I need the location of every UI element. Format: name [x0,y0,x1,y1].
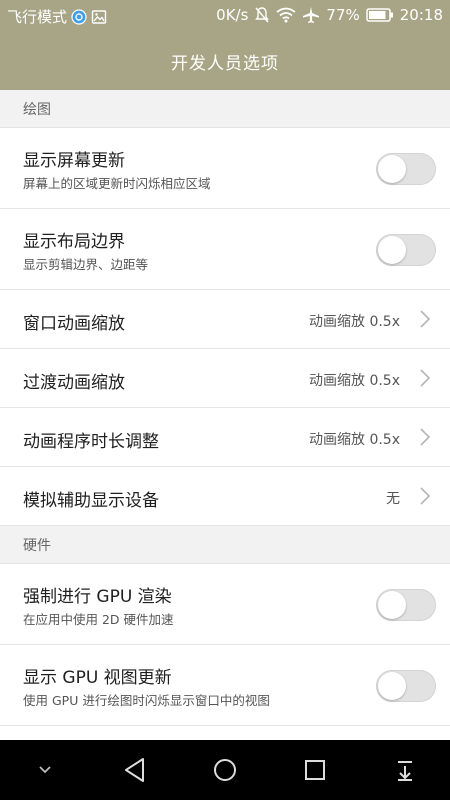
home-button[interactable] [195,740,255,800]
setting-value: 无 [386,491,400,507]
airplane-icon [302,6,320,24]
network-speed: 0K/s [216,6,249,24]
toggle-switch[interactable] [376,234,436,266]
chevron-right-icon [420,487,431,505]
battery-icon [366,6,394,24]
setting-show-layout-bounds[interactable]: 显示布局边界 显示剪辑边界、边距等 [0,209,450,290]
setting-title: 过渡动画缩放 [23,373,125,393]
chevron-right-icon [420,428,431,446]
pull-down-icon [398,761,412,781]
setting-transition-animation-scale[interactable]: 过渡动画缩放 动画缩放 0.5x [0,349,450,408]
toggle-switch[interactable] [376,589,436,621]
setting-title: 强制进行 GPU 渲染 [23,587,172,607]
setting-show-gpu-view-updates[interactable]: 显示 GPU 视图更新 使用 GPU 进行绘图时闪烁显示窗口中的视图 [0,645,450,726]
airplane-mode-label: 飞行模式 [7,8,68,26]
setting-title: 动画程序时长调整 [23,432,159,452]
hide-nav-button[interactable] [15,740,75,800]
chevron-right-icon [420,369,431,387]
setting-title: 显示屏幕更新 [23,151,125,171]
chevron-right-icon [420,310,431,328]
setting-value: 动画缩放 0.5x [309,373,400,389]
recents-button[interactable] [285,740,345,800]
app-header: 开发人员选项 [0,32,450,90]
setting-subtitle: 显示剪辑边界、边距等 [23,257,149,272]
setting-title: 显示 GPU 视图更新 [23,668,172,688]
page-title: 开发人员选项 [171,53,279,74]
back-button[interactable] [105,740,165,800]
notification-pull-button[interactable] [375,740,435,800]
navigation-bar [0,740,450,800]
settings-list[interactable]: 绘图 显示屏幕更新 屏幕上的区域更新时闪烁相应区域 显示布局边界 显示剪辑边界、… [0,90,450,740]
setting-force-gpu-rendering[interactable]: 强制进行 GPU 渲染 在应用中使用 2D 硬件加速 [0,564,450,645]
setting-value: 动画缩放 0.5x [309,314,400,330]
section-title: 绘图 [23,101,51,118]
setting-subtitle: 使用 GPU 进行绘图时闪烁显示窗口中的视图 [23,693,270,708]
status-left: 飞行模式 [7,6,107,27]
home-circle-icon [214,759,236,781]
setting-show-surface-updates[interactable]: 显示屏幕更新 屏幕上的区域更新时闪烁相应区域 [0,128,450,209]
setting-animator-duration-scale[interactable]: 动画程序时长调整 动画缩放 0.5x [0,408,450,467]
setting-window-animation-scale[interactable]: 窗口动画缩放 动画缩放 0.5x [0,290,450,349]
setting-simulate-secondary-display[interactable]: 模拟辅助显示设备 无 [0,467,450,526]
app-notification-icon [71,8,87,26]
setting-title: 模拟辅助显示设备 [23,491,159,511]
setting-value: 动画缩放 0.5x [309,432,400,448]
recents-square-icon [305,760,325,780]
toggle-knob [378,672,406,700]
chevron-down-icon [39,766,51,774]
battery-percent: 77% [326,6,360,24]
mute-icon [254,6,270,24]
back-triangle-icon [125,758,144,782]
setting-subtitle: 在应用中使用 2D 硬件加速 [23,612,174,627]
toggle-switch[interactable] [376,153,436,185]
toggle-knob [378,591,406,619]
setting-title: 窗口动画缩放 [23,314,125,334]
section-header-hardware: 硬件 [0,526,450,564]
setting-subtitle: 屏幕上的区域更新时闪烁相应区域 [23,176,211,191]
toggle-knob [378,155,406,183]
clock: 20:18 [399,6,443,24]
status-bar: 飞行模式 0K/s 77% 20:18 [0,0,450,32]
section-title: 硬件 [23,537,51,554]
toggle-knob [378,236,406,264]
image-notification-icon [91,8,107,26]
wifi-icon [276,6,296,24]
setting-title: 显示布局边界 [23,232,125,252]
status-right: 0K/s 77% 20:18 [216,6,443,24]
toggle-switch[interactable] [376,670,436,702]
section-header-drawing: 绘图 [0,90,450,128]
